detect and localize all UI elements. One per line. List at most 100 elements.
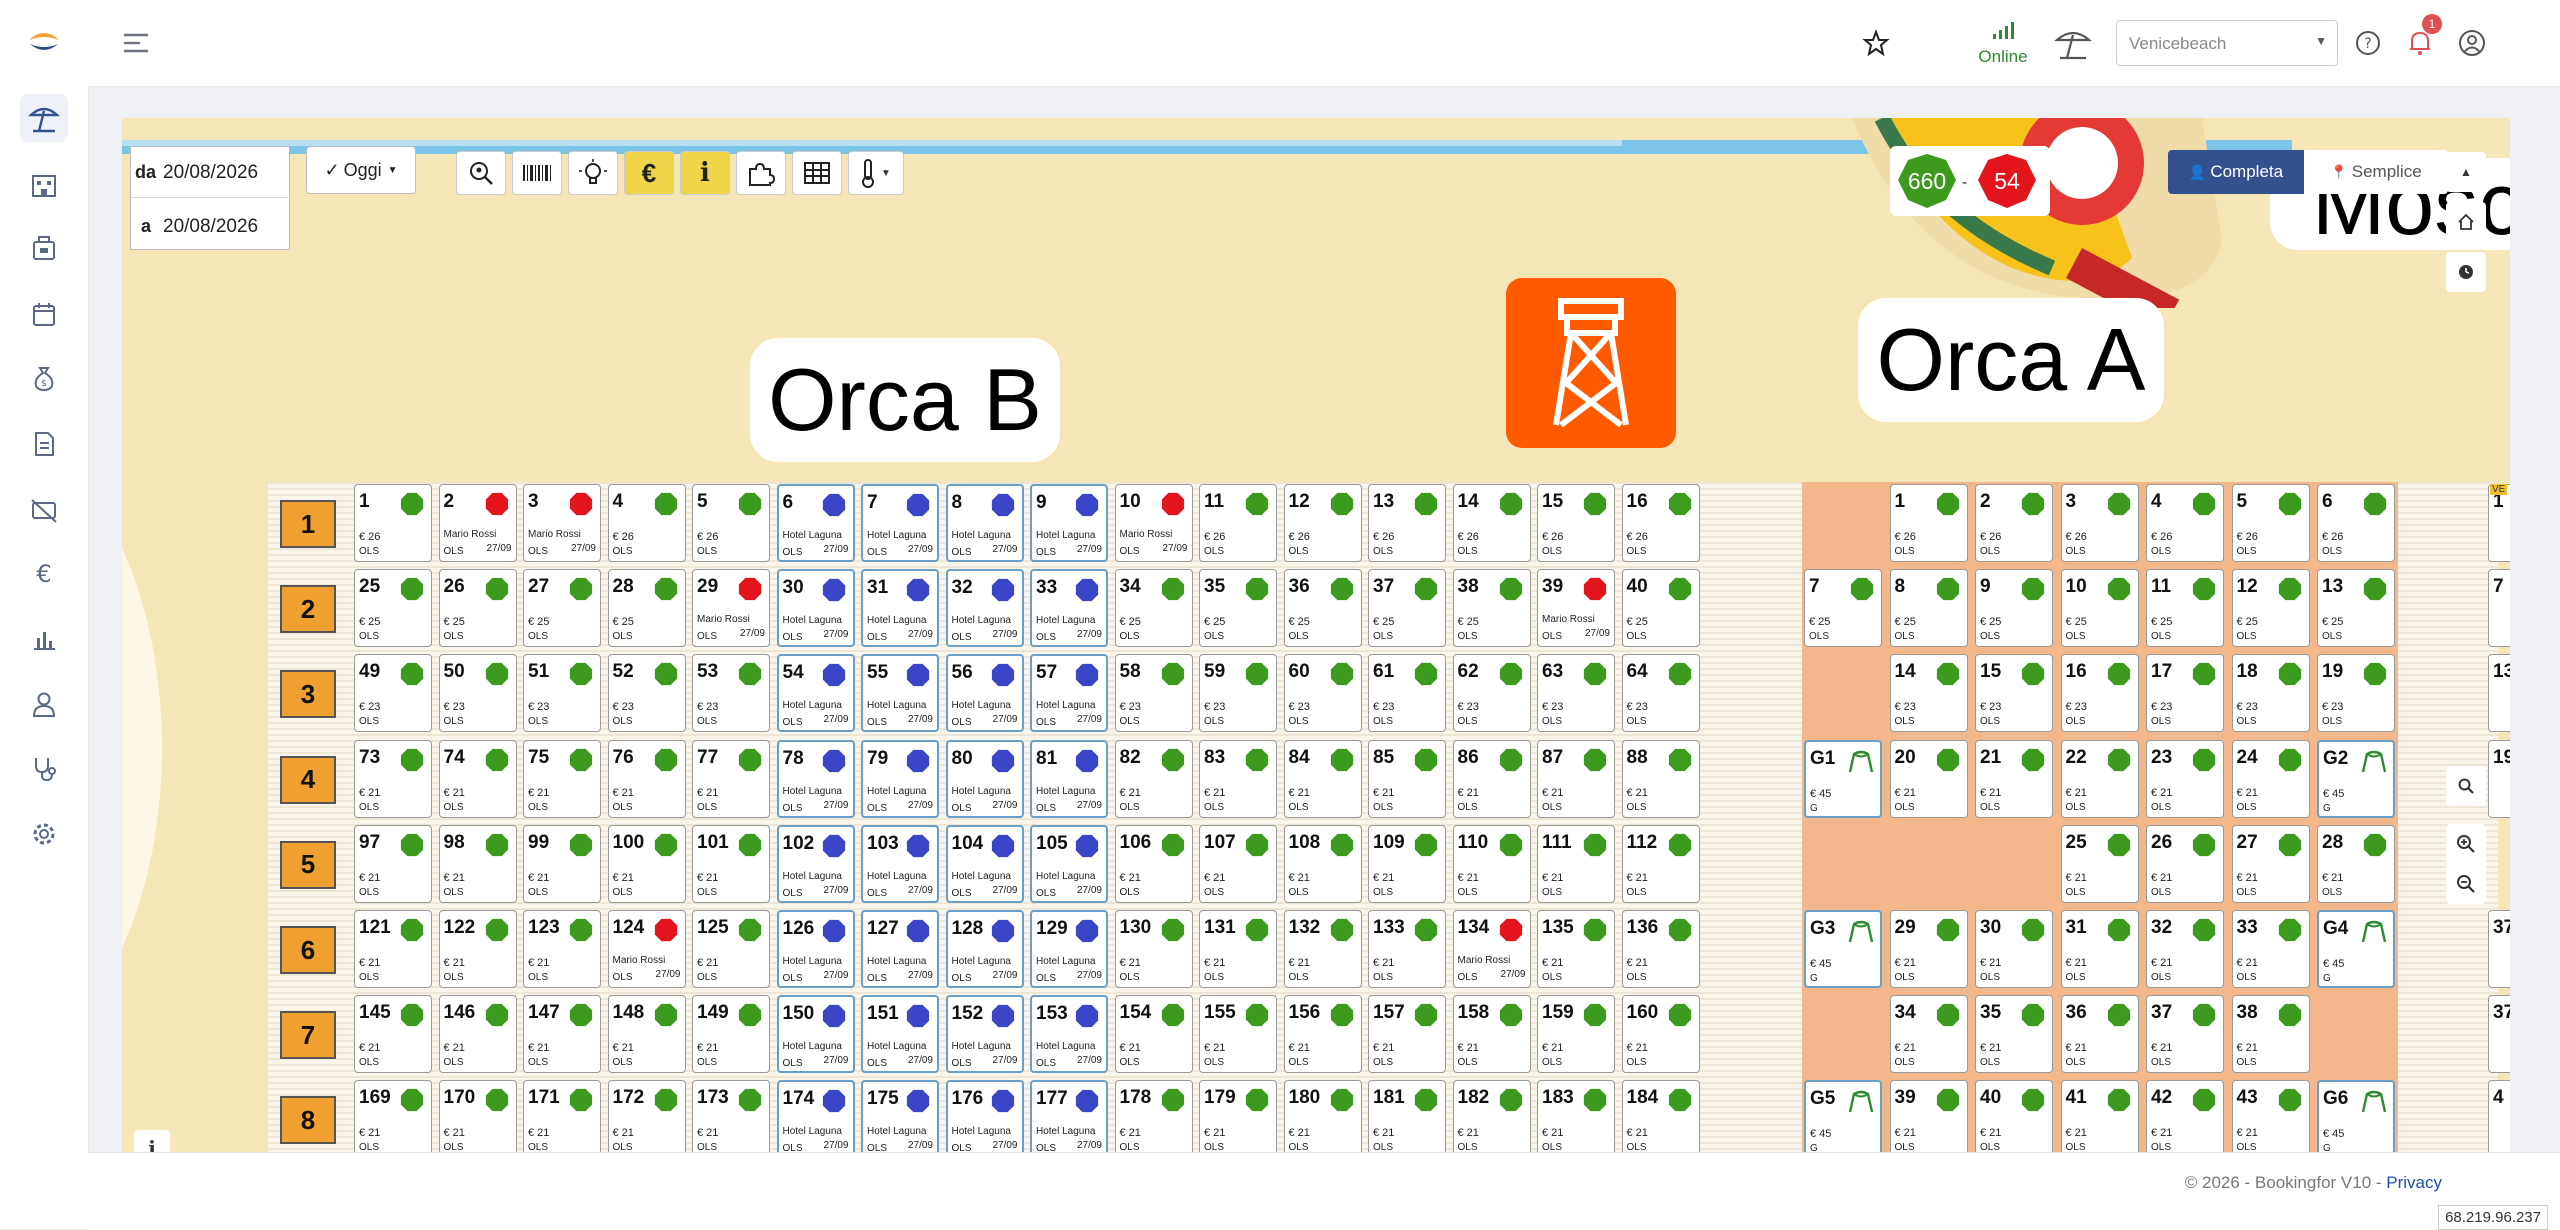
umbrella-cell[interactable]: 130 € 21 OLS: [1114, 910, 1193, 988]
umbrella-cell[interactable]: 41 € 21 OLS: [2060, 1080, 2139, 1152]
umbrella-cell[interactable]: 135 € 21 OLS: [1537, 910, 1615, 988]
umbrella-cell[interactable]: 40 € 21 OLS: [1975, 1080, 2053, 1152]
umbrella-cell-partial[interactable]: 1: [2488, 484, 2510, 562]
umbrella-cell-partial[interactable]: 4: [2488, 1080, 2510, 1152]
umbrella-cell[interactable]: 129 Hotel Laguna OLS 27/09: [1030, 910, 1108, 988]
account-icon[interactable]: [2458, 29, 2486, 57]
extras-button[interactable]: [736, 151, 786, 195]
umbrella-cell[interactable]: 61 € 23 OLS: [1368, 654, 1446, 733]
umbrella-cell[interactable]: 85 € 21 OLS: [1368, 739, 1446, 818]
umbrella-cell[interactable]: 52 € 23 OLS: [607, 654, 686, 733]
home-view-button[interactable]: [2446, 202, 2486, 242]
umbrella-cell[interactable]: 181 € 21 OLS: [1368, 1080, 1446, 1152]
umbrella-cell[interactable]: 76 € 21 OLS: [607, 739, 686, 818]
umbrella-cell[interactable]: 172 € 21 OLS: [607, 1080, 686, 1152]
umbrella-cell[interactable]: 107 € 21 OLS: [1199, 824, 1277, 903]
umbrella-cell[interactable]: 59 € 23 OLS: [1199, 654, 1277, 733]
umbrella-cell[interactable]: 145 € 21 OLS: [354, 995, 432, 1074]
umbrella-cell[interactable]: 28 € 21 OLS: [2317, 824, 2395, 903]
umbrella-cell[interactable]: 78 Hotel Laguna OLS 27/09: [776, 739, 855, 818]
umbrella-cell[interactable]: 63 € 23 OLS: [1537, 654, 1615, 733]
umbrella-cell[interactable]: 179 € 21 OLS: [1199, 1080, 1277, 1152]
umbrella-cell[interactable]: 37 € 25 OLS: [1368, 569, 1446, 648]
zoom-in-button[interactable]: [2446, 824, 2486, 864]
umbrella-cell[interactable]: 150 Hotel Laguna OLS 27/09: [776, 995, 855, 1074]
umbrella-cell[interactable]: 3 € 26 OLS: [2060, 484, 2139, 562]
umbrella-cell[interactable]: 35 € 25 OLS: [1199, 569, 1277, 648]
history-button[interactable]: [2446, 252, 2486, 292]
legend-info-button[interactable]: i: [134, 1130, 170, 1152]
umbrella-cell[interactable]: 34 € 21 OLS: [1889, 995, 1968, 1074]
umbrella-cell[interactable]: 38 € 25 OLS: [1452, 569, 1531, 648]
umbrella-cell[interactable]: 122 € 21 OLS: [438, 910, 517, 988]
umbrella-cell[interactable]: 123 € 21 OLS: [523, 910, 601, 988]
umbrella-cell[interactable]: 153 Hotel Laguna OLS 27/09: [1030, 995, 1108, 1074]
umbrella-cell[interactable]: 97 € 21 OLS: [354, 824, 432, 903]
umbrella-cell[interactable]: 157 € 21 OLS: [1368, 995, 1446, 1074]
collapse-up-button[interactable]: ▲: [2446, 152, 2486, 192]
umbrella-cell[interactable]: 31 Hotel Laguna OLS 27/09: [861, 569, 939, 648]
umbrella-cell[interactable]: 148 € 21 OLS: [607, 995, 686, 1074]
umbrella-cell[interactable]: 102 Hotel Laguna OLS 27/09: [776, 824, 855, 903]
umbrella-cell[interactable]: 15 € 23 OLS: [1975, 654, 2053, 733]
umbrella-cell[interactable]: 121 € 21 OLS: [354, 910, 432, 988]
sidebar-stats-icon[interactable]: [20, 614, 68, 662]
umbrella-cell[interactable]: 105 Hotel Laguna OLS 27/09: [1030, 824, 1108, 903]
umbrella-cell[interactable]: 10 Mario Rossi OLS 27/09: [1114, 484, 1193, 562]
umbrella-cell[interactable]: 127 Hotel Laguna OLS 27/09: [861, 910, 939, 988]
sidebar-euro-icon[interactable]: €: [20, 550, 68, 598]
umbrella-cell[interactable]: 173 € 21 OLS: [692, 1080, 770, 1152]
umbrella-cell[interactable]: 158 € 21 OLS: [1452, 995, 1531, 1074]
umbrella-cell[interactable]: 75 € 21 OLS: [523, 739, 601, 818]
umbrella-cell[interactable]: 98 € 21 OLS: [438, 824, 517, 903]
umbrella-cell[interactable]: 39 Mario Rossi OLS 27/09: [1537, 569, 1615, 648]
umbrella-cell[interactable]: 180 € 21 OLS: [1283, 1080, 1362, 1152]
umbrella-cell[interactable]: 125 € 21 OLS: [692, 910, 770, 988]
umbrella-cell[interactable]: G5 € 45 G: [1804, 1080, 1882, 1152]
umbrella-cell[interactable]: 49 € 23 OLS: [354, 654, 432, 733]
umbrella-cell[interactable]: 177 Hotel Laguna OLS 27/09: [1030, 1080, 1108, 1152]
umbrella-cell[interactable]: 112 € 21 OLS: [1621, 824, 1700, 903]
umbrella-cell[interactable]: 151 Hotel Laguna OLS 27/09: [861, 995, 939, 1074]
umbrella-cell[interactable]: 7 € 25 OLS: [1804, 569, 1882, 648]
umbrella-cell[interactable]: 182 € 21 OLS: [1452, 1080, 1531, 1152]
umbrella-cell[interactable]: 56 Hotel Laguna OLS 27/09: [945, 654, 1024, 733]
beach-umbrella-icon[interactable]: [2054, 26, 2092, 60]
umbrella-cell[interactable]: 9 € 25 OLS: [1975, 569, 2053, 648]
umbrella-cell[interactable]: 16 € 26 OLS: [1621, 484, 1700, 562]
umbrella-cell[interactable]: 110 € 21 OLS: [1452, 824, 1531, 903]
umbrella-cell-partial[interactable]: 7: [2488, 569, 2510, 648]
umbrella-cell[interactable]: 37 € 21 OLS: [2146, 995, 2224, 1074]
umbrella-cell[interactable]: 134 Mario Rossi OLS 27/09: [1452, 910, 1531, 988]
umbrella-cell[interactable]: 39 € 21 OLS: [1889, 1080, 1968, 1152]
umbrella-cell[interactable]: 15 € 26 OLS: [1537, 484, 1615, 562]
umbrella-cell[interactable]: 20 € 21 OLS: [1889, 739, 1968, 818]
umbrella-cell[interactable]: 149 € 21 OLS: [692, 995, 770, 1074]
map-search-button[interactable]: [456, 151, 506, 195]
menu-toggle-icon[interactable]: [122, 31, 150, 55]
umbrella-cell[interactable]: 62 € 23 OLS: [1452, 654, 1531, 733]
umbrella-cell[interactable]: 1 € 26 OLS: [1889, 484, 1968, 562]
umbrella-cell[interactable]: 81 Hotel Laguna OLS 27/09: [1030, 739, 1108, 818]
umbrella-cell[interactable]: 11 € 25 OLS: [2146, 569, 2224, 648]
barcode-button[interactable]: [512, 151, 562, 195]
umbrella-cell[interactable]: 14 € 26 OLS: [1452, 484, 1531, 562]
umbrella-cell[interactable]: 25 € 21 OLS: [2060, 824, 2139, 903]
umbrella-cell[interactable]: 28 € 25 OLS: [607, 569, 686, 648]
umbrella-cell[interactable]: 128 Hotel Laguna OLS 27/09: [945, 910, 1024, 988]
today-dropdown[interactable]: ✓ Oggi ▼: [306, 146, 416, 194]
umbrella-cell[interactable]: 101 € 21 OLS: [692, 824, 770, 903]
table-view-button[interactable]: [792, 151, 842, 195]
umbrella-cell[interactable]: 32 € 21 OLS: [2146, 910, 2224, 988]
umbrella-cell[interactable]: 103 Hotel Laguna OLS 27/09: [861, 824, 939, 903]
sidebar-stethoscope-icon[interactable]: [20, 744, 68, 792]
umbrella-cell[interactable]: 53 € 23 OLS: [692, 654, 770, 733]
umbrella-cell[interactable]: 160 € 21 OLS: [1621, 995, 1700, 1074]
umbrella-cell[interactable]: 88 € 21 OLS: [1621, 739, 1700, 818]
sidebar-calendar-icon[interactable]: [20, 290, 68, 338]
umbrella-cell[interactable]: 36 € 21 OLS: [2060, 995, 2139, 1074]
sidebar-invoice-icon[interactable]: [20, 420, 68, 468]
umbrella-cell[interactable]: 152 Hotel Laguna OLS 27/09: [945, 995, 1024, 1074]
umbrella-cell[interactable]: 147 € 21 OLS: [523, 995, 601, 1074]
umbrella-cell[interactable]: 136 € 21 OLS: [1621, 910, 1700, 988]
